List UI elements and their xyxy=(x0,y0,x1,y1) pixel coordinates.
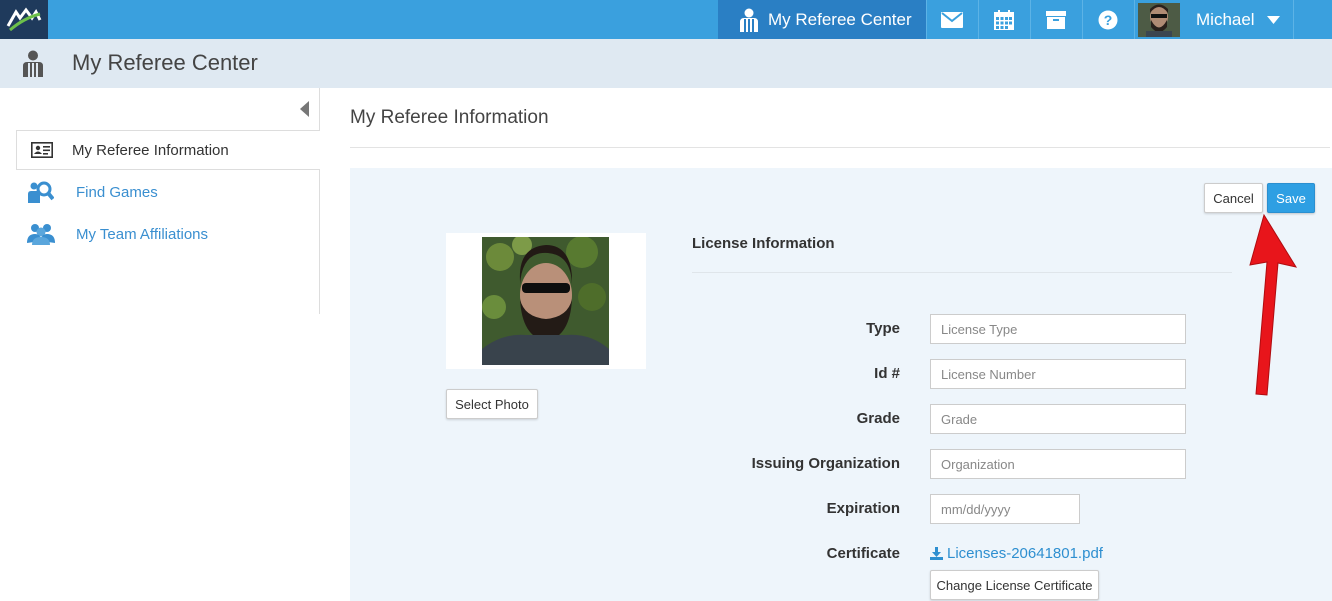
chevron-down-icon xyxy=(1266,15,1280,24)
id-label: Id # xyxy=(874,365,900,382)
svg-text:?: ? xyxy=(1104,12,1113,28)
app-logo[interactable] xyxy=(0,0,48,39)
profile-photo xyxy=(482,237,609,365)
logo-icon xyxy=(6,7,42,32)
mail-button[interactable] xyxy=(926,0,977,39)
nav-label: My Referee Center xyxy=(768,9,912,29)
grade-label: Grade xyxy=(856,410,900,427)
section-heading: My Referee Information xyxy=(350,107,549,128)
archive-button[interactable] xyxy=(1030,0,1081,39)
certificate-label: Certificate xyxy=(826,545,900,562)
sidebar-item-my-referee-information[interactable]: My Referee Information xyxy=(16,130,320,170)
license-type-input[interactable] xyxy=(930,314,1186,344)
certificate-download-link[interactable]: Licenses-20641801.pdf xyxy=(930,545,1103,562)
sidebar-item-find-games[interactable]: Find Games xyxy=(16,172,320,212)
download-icon xyxy=(930,547,943,560)
calendar-icon xyxy=(994,9,1014,30)
id-card-icon xyxy=(17,142,67,158)
sidebar-item-label: My Referee Information xyxy=(72,141,229,159)
sidebar-item-my-team-affiliations[interactable]: My Team Affiliations xyxy=(16,214,320,254)
expiration-label: Expiration xyxy=(826,500,900,517)
page-title: My Referee Center xyxy=(72,50,258,75)
avatar xyxy=(1138,2,1180,37)
divider xyxy=(350,147,1330,148)
search-referee-icon xyxy=(16,181,66,203)
profile-photo-frame xyxy=(446,233,646,369)
divider xyxy=(692,272,1232,273)
help-button[interactable]: ? xyxy=(1082,0,1133,39)
user-menu[interactable]: Michael xyxy=(1134,0,1294,39)
sidebar-item-label: My Team Affiliations xyxy=(76,225,209,243)
issuing-organization-label: Issuing Organization xyxy=(751,455,900,472)
top-navigation-bar: My Referee Center ? Michael xyxy=(0,0,1332,39)
user-name: Michael xyxy=(1196,9,1255,29)
certificate-filename: Licenses-20641801.pdf xyxy=(947,545,1103,562)
mail-icon xyxy=(941,11,963,28)
annotation-arrow-icon xyxy=(1249,213,1298,396)
select-photo-button[interactable]: Select Photo xyxy=(446,389,538,419)
license-number-input[interactable] xyxy=(930,359,1186,389)
license-section-title: License Information xyxy=(692,235,835,252)
type-label: Type xyxy=(866,320,900,337)
sidebar: My Referee Information Find Games My Tea xyxy=(0,88,320,314)
help-icon: ? xyxy=(1098,10,1118,29)
referee-icon xyxy=(738,8,760,32)
collapse-sidebar-icon[interactable] xyxy=(300,101,309,122)
my-referee-center-nav[interactable]: My Referee Center xyxy=(718,0,926,39)
referee-icon xyxy=(21,50,45,82)
expiration-date-input[interactable] xyxy=(930,494,1080,524)
grade-input[interactable] xyxy=(930,404,1186,434)
change-license-certificate-button[interactable]: Change License Certificate xyxy=(930,570,1099,600)
archive-icon xyxy=(1046,10,1066,29)
team-icon xyxy=(16,223,66,245)
page-header: My Referee Center xyxy=(0,39,1332,88)
calendar-button[interactable] xyxy=(978,0,1029,39)
organization-input[interactable] xyxy=(930,449,1186,479)
sidebar-item-label: Find Games xyxy=(76,183,158,201)
